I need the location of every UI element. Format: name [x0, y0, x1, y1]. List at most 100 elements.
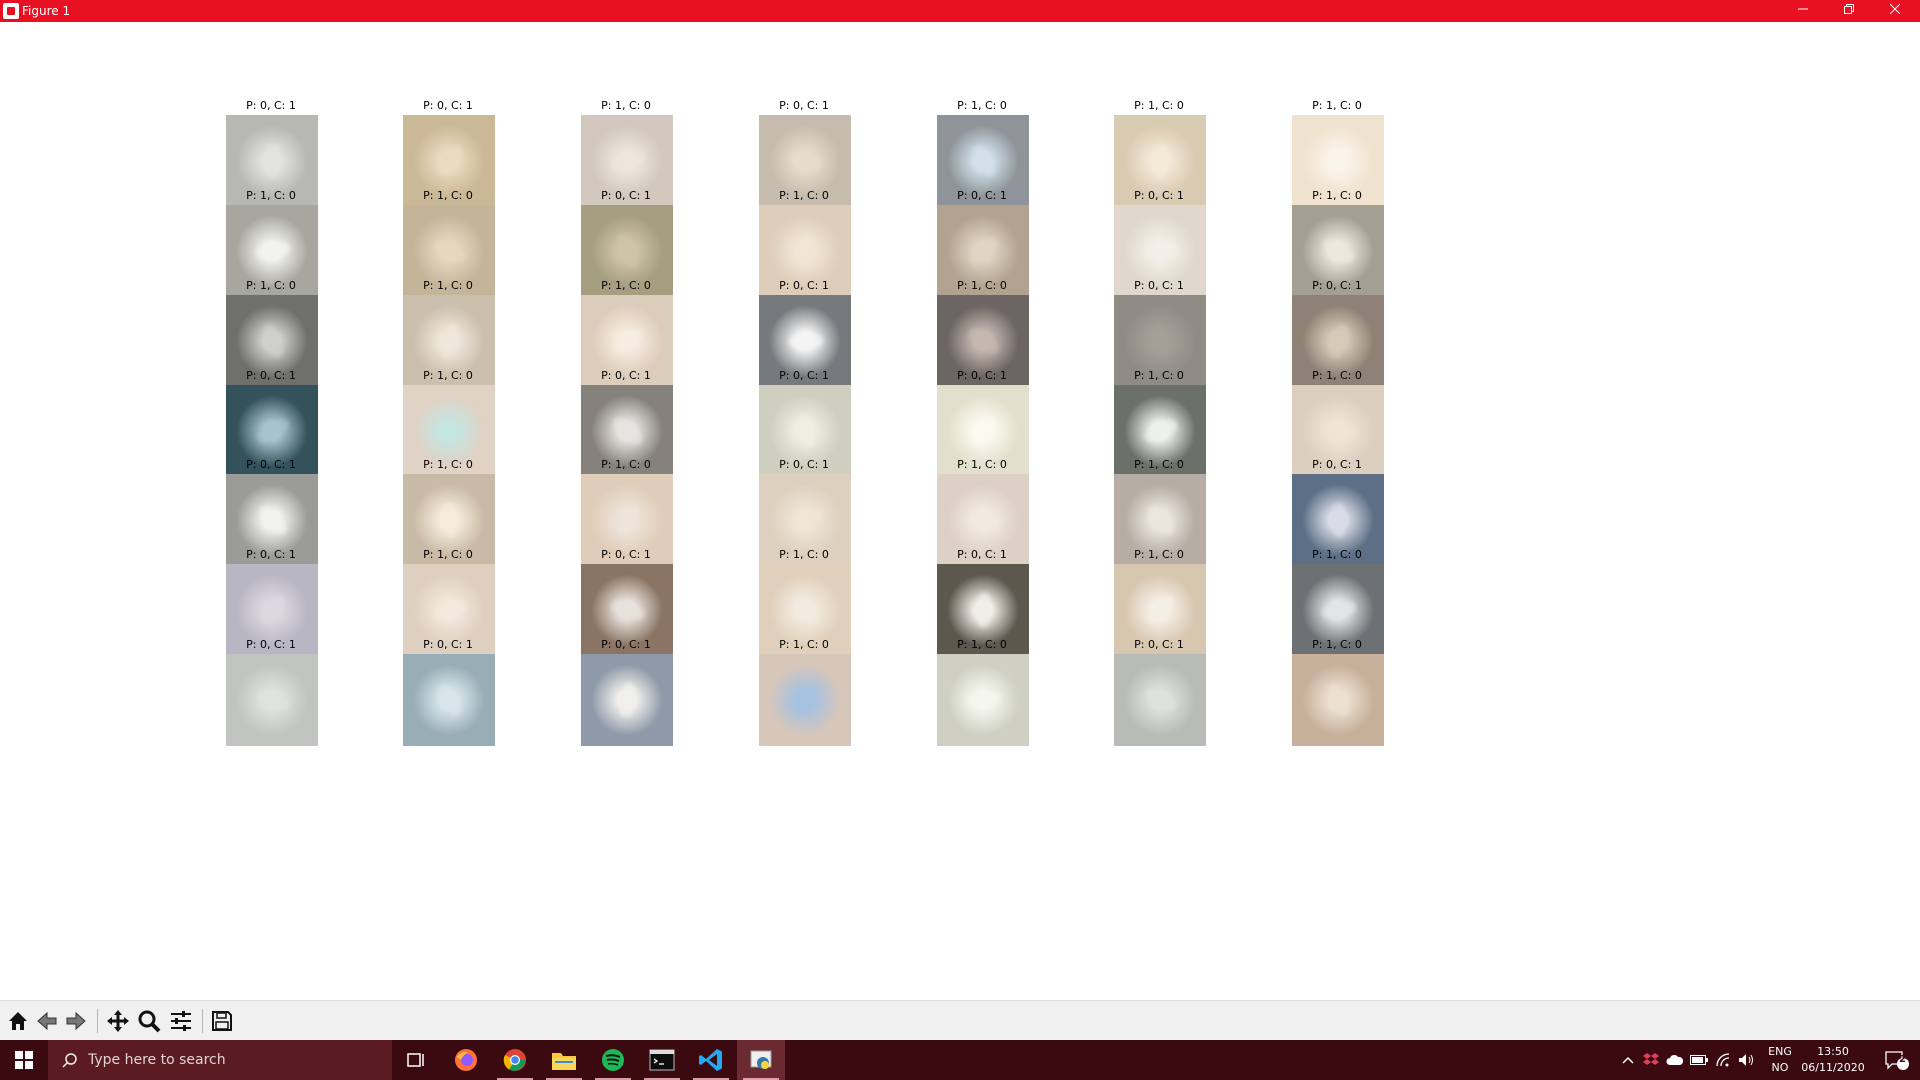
object-blob	[610, 325, 646, 357]
subplot-title: P: 1, C: 0	[957, 99, 1007, 112]
object-blob	[261, 322, 285, 360]
close-icon	[1889, 3, 1901, 15]
close-button[interactable]	[1872, 0, 1918, 22]
taskbar-python-figure[interactable]	[737, 1040, 785, 1080]
object-blob	[967, 235, 1001, 267]
subplot-title: P: 0, C: 1	[423, 99, 473, 112]
object-blob	[256, 503, 290, 537]
object-blob	[1143, 243, 1179, 259]
subplot: P: 1, C: 0	[922, 638, 1042, 750]
keyboard-layout: NO	[1771, 1061, 1789, 1074]
object-blob	[611, 415, 645, 447]
subplot-title: P: 0, C: 1	[601, 189, 651, 202]
subplot-title: P: 1, C: 0	[1312, 369, 1362, 382]
object-blob	[1326, 682, 1352, 718]
object-blob	[431, 599, 469, 621]
taskbar-firefox[interactable]	[442, 1040, 490, 1080]
subplot-title: P: 1, C: 0	[246, 189, 296, 202]
subplot-title: P: 1, C: 0	[1312, 548, 1362, 561]
pan-button[interactable]	[104, 1007, 132, 1035]
search-icon	[62, 1053, 77, 1068]
taskbar-search-box[interactable]: Type here to search	[48, 1040, 392, 1080]
satellite-image-patch	[1114, 654, 1206, 746]
object-blob	[977, 592, 991, 628]
taskbar-chrome[interactable]	[491, 1040, 539, 1080]
subplot-title: P: 1, C: 0	[779, 638, 829, 651]
subplot-title: P: 0, C: 1	[423, 638, 473, 651]
spotify-icon	[602, 1049, 624, 1071]
toolbar-separator	[202, 1009, 203, 1033]
subplot-title: P: 0, C: 1	[1134, 638, 1184, 651]
subplot-title: P: 1, C: 0	[957, 458, 1007, 471]
object-blob	[1153, 143, 1169, 179]
taskbar-file-explorer[interactable]	[540, 1040, 588, 1080]
object-blob	[258, 592, 288, 628]
satellite-image-patch	[403, 654, 495, 746]
subplot-title: P: 0, C: 1	[246, 99, 296, 112]
object-blob	[267, 144, 279, 178]
object-blob	[432, 238, 468, 264]
object-blob	[969, 143, 999, 179]
subplot-title: P: 0, C: 1	[779, 458, 829, 471]
wifi-tray[interactable]	[1712, 1040, 1734, 1080]
taskbar-spotify[interactable]	[589, 1040, 637, 1080]
object-blob	[788, 334, 824, 348]
onedrive-tray[interactable]	[1664, 1040, 1686, 1080]
toolbar-separator	[97, 1009, 98, 1033]
terminal-icon	[649, 1049, 675, 1071]
subplot-title: P: 0, C: 1	[1312, 458, 1362, 471]
subplot-title: P: 0, C: 1	[601, 548, 651, 561]
satellite-image-patch	[937, 654, 1029, 746]
object-blob	[255, 416, 291, 446]
object-blob	[796, 413, 816, 449]
subplot-title: P: 0, C: 1	[957, 548, 1007, 561]
dropbox-tray[interactable]	[1640, 1040, 1662, 1080]
clock-date: 06/11/2020	[1801, 1061, 1865, 1074]
subplot-title: P: 0, C: 1	[779, 99, 829, 112]
battery-tray[interactable]	[1688, 1040, 1710, 1080]
back-button[interactable]	[33, 1007, 61, 1035]
object-blob	[971, 413, 997, 449]
show-hidden-icons-button[interactable]	[1618, 1040, 1638, 1080]
subplot: P: 0, C: 1	[1099, 638, 1219, 750]
speaker-icon	[1739, 1054, 1753, 1066]
object-blob	[614, 233, 642, 269]
forward-button[interactable]	[62, 1007, 90, 1035]
subplot-title: P: 1, C: 0	[1134, 548, 1184, 561]
minimize-button[interactable]	[1780, 0, 1826, 22]
home-button[interactable]	[4, 1007, 32, 1035]
app-icon	[3, 3, 19, 19]
taskbar-vscode[interactable]	[687, 1040, 735, 1080]
restore-button[interactable]	[1826, 0, 1872, 22]
battery-icon	[1690, 1055, 1708, 1065]
object-blob	[1145, 593, 1177, 627]
object-blob	[797, 233, 815, 269]
subplot-title: P: 1, C: 0	[1134, 369, 1184, 382]
start-button[interactable]	[0, 1040, 48, 1080]
vscode-icon	[699, 1049, 722, 1071]
task-view-button[interactable]	[392, 1040, 440, 1080]
volume-tray[interactable]	[1736, 1040, 1758, 1080]
figure-canvas: P: 0, C: 1 P: 0, C: 1 P: 1, C: 0 P: 0, C: 1…	[0, 22, 1920, 1000]
firefox-icon	[455, 1049, 477, 1071]
object-blob	[966, 691, 1002, 709]
cloud-icon	[1666, 1054, 1684, 1065]
input-language-indicator[interactable]: ENG NO	[1760, 1044, 1800, 1076]
arrow-right-icon	[66, 1011, 86, 1031]
subplot-title: P: 0, C: 1	[601, 369, 651, 382]
taskbar-terminal[interactable]	[638, 1040, 686, 1080]
window-title: Figure 1	[22, 4, 71, 18]
object-blob	[791, 592, 821, 628]
notification-icon	[1885, 1051, 1909, 1070]
configure-subplots-button[interactable]	[167, 1007, 195, 1035]
object-blob	[436, 682, 464, 718]
object-blob	[1321, 237, 1357, 265]
action-center-button[interactable]: 2	[1874, 1040, 1920, 1080]
save-button[interactable]	[208, 1007, 236, 1035]
object-blob	[619, 682, 637, 718]
object-blob	[1145, 503, 1177, 537]
zoom-button[interactable]	[135, 1007, 163, 1035]
object-blob	[255, 241, 291, 261]
navigation-toolbar	[0, 1000, 1920, 1041]
taskbar-clock[interactable]: 13:50 06/11/2020	[1795, 1044, 1871, 1076]
